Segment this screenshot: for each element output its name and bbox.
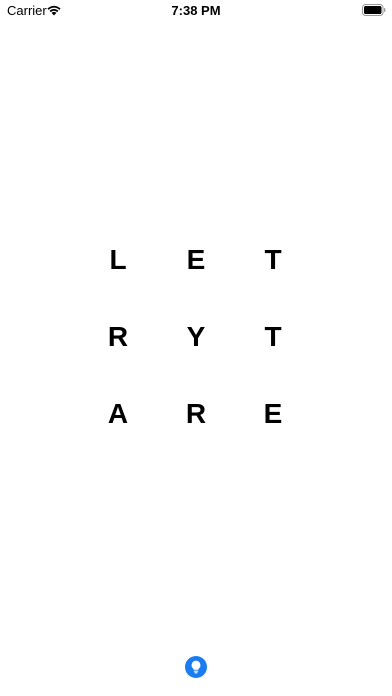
letter-grid: L E T R Y T A R E [0,240,392,471]
letter-tile[interactable]: A [98,394,138,434]
lightbulb-icon [191,660,201,674]
letter-tile[interactable]: Y [176,317,216,357]
letter-row-1: L E T [0,240,392,317]
letter-tile[interactable]: E [253,394,293,434]
hint-button[interactable] [185,656,207,678]
letter-row-3: A R E [0,394,392,471]
clock: 7:38 PM [171,3,221,18]
letter-tile[interactable]: R [98,317,138,357]
letter-tile[interactable]: E [176,240,216,280]
battery-icon [362,4,386,16]
letter-tile[interactable]: R [176,394,216,434]
status-bar: Carrier 7:38 PM [0,0,392,22]
letter-tile[interactable]: T [253,317,293,357]
letter-tile[interactable]: L [98,240,138,280]
letter-row-2: R Y T [0,317,392,394]
letter-tile[interactable]: T [253,240,293,280]
